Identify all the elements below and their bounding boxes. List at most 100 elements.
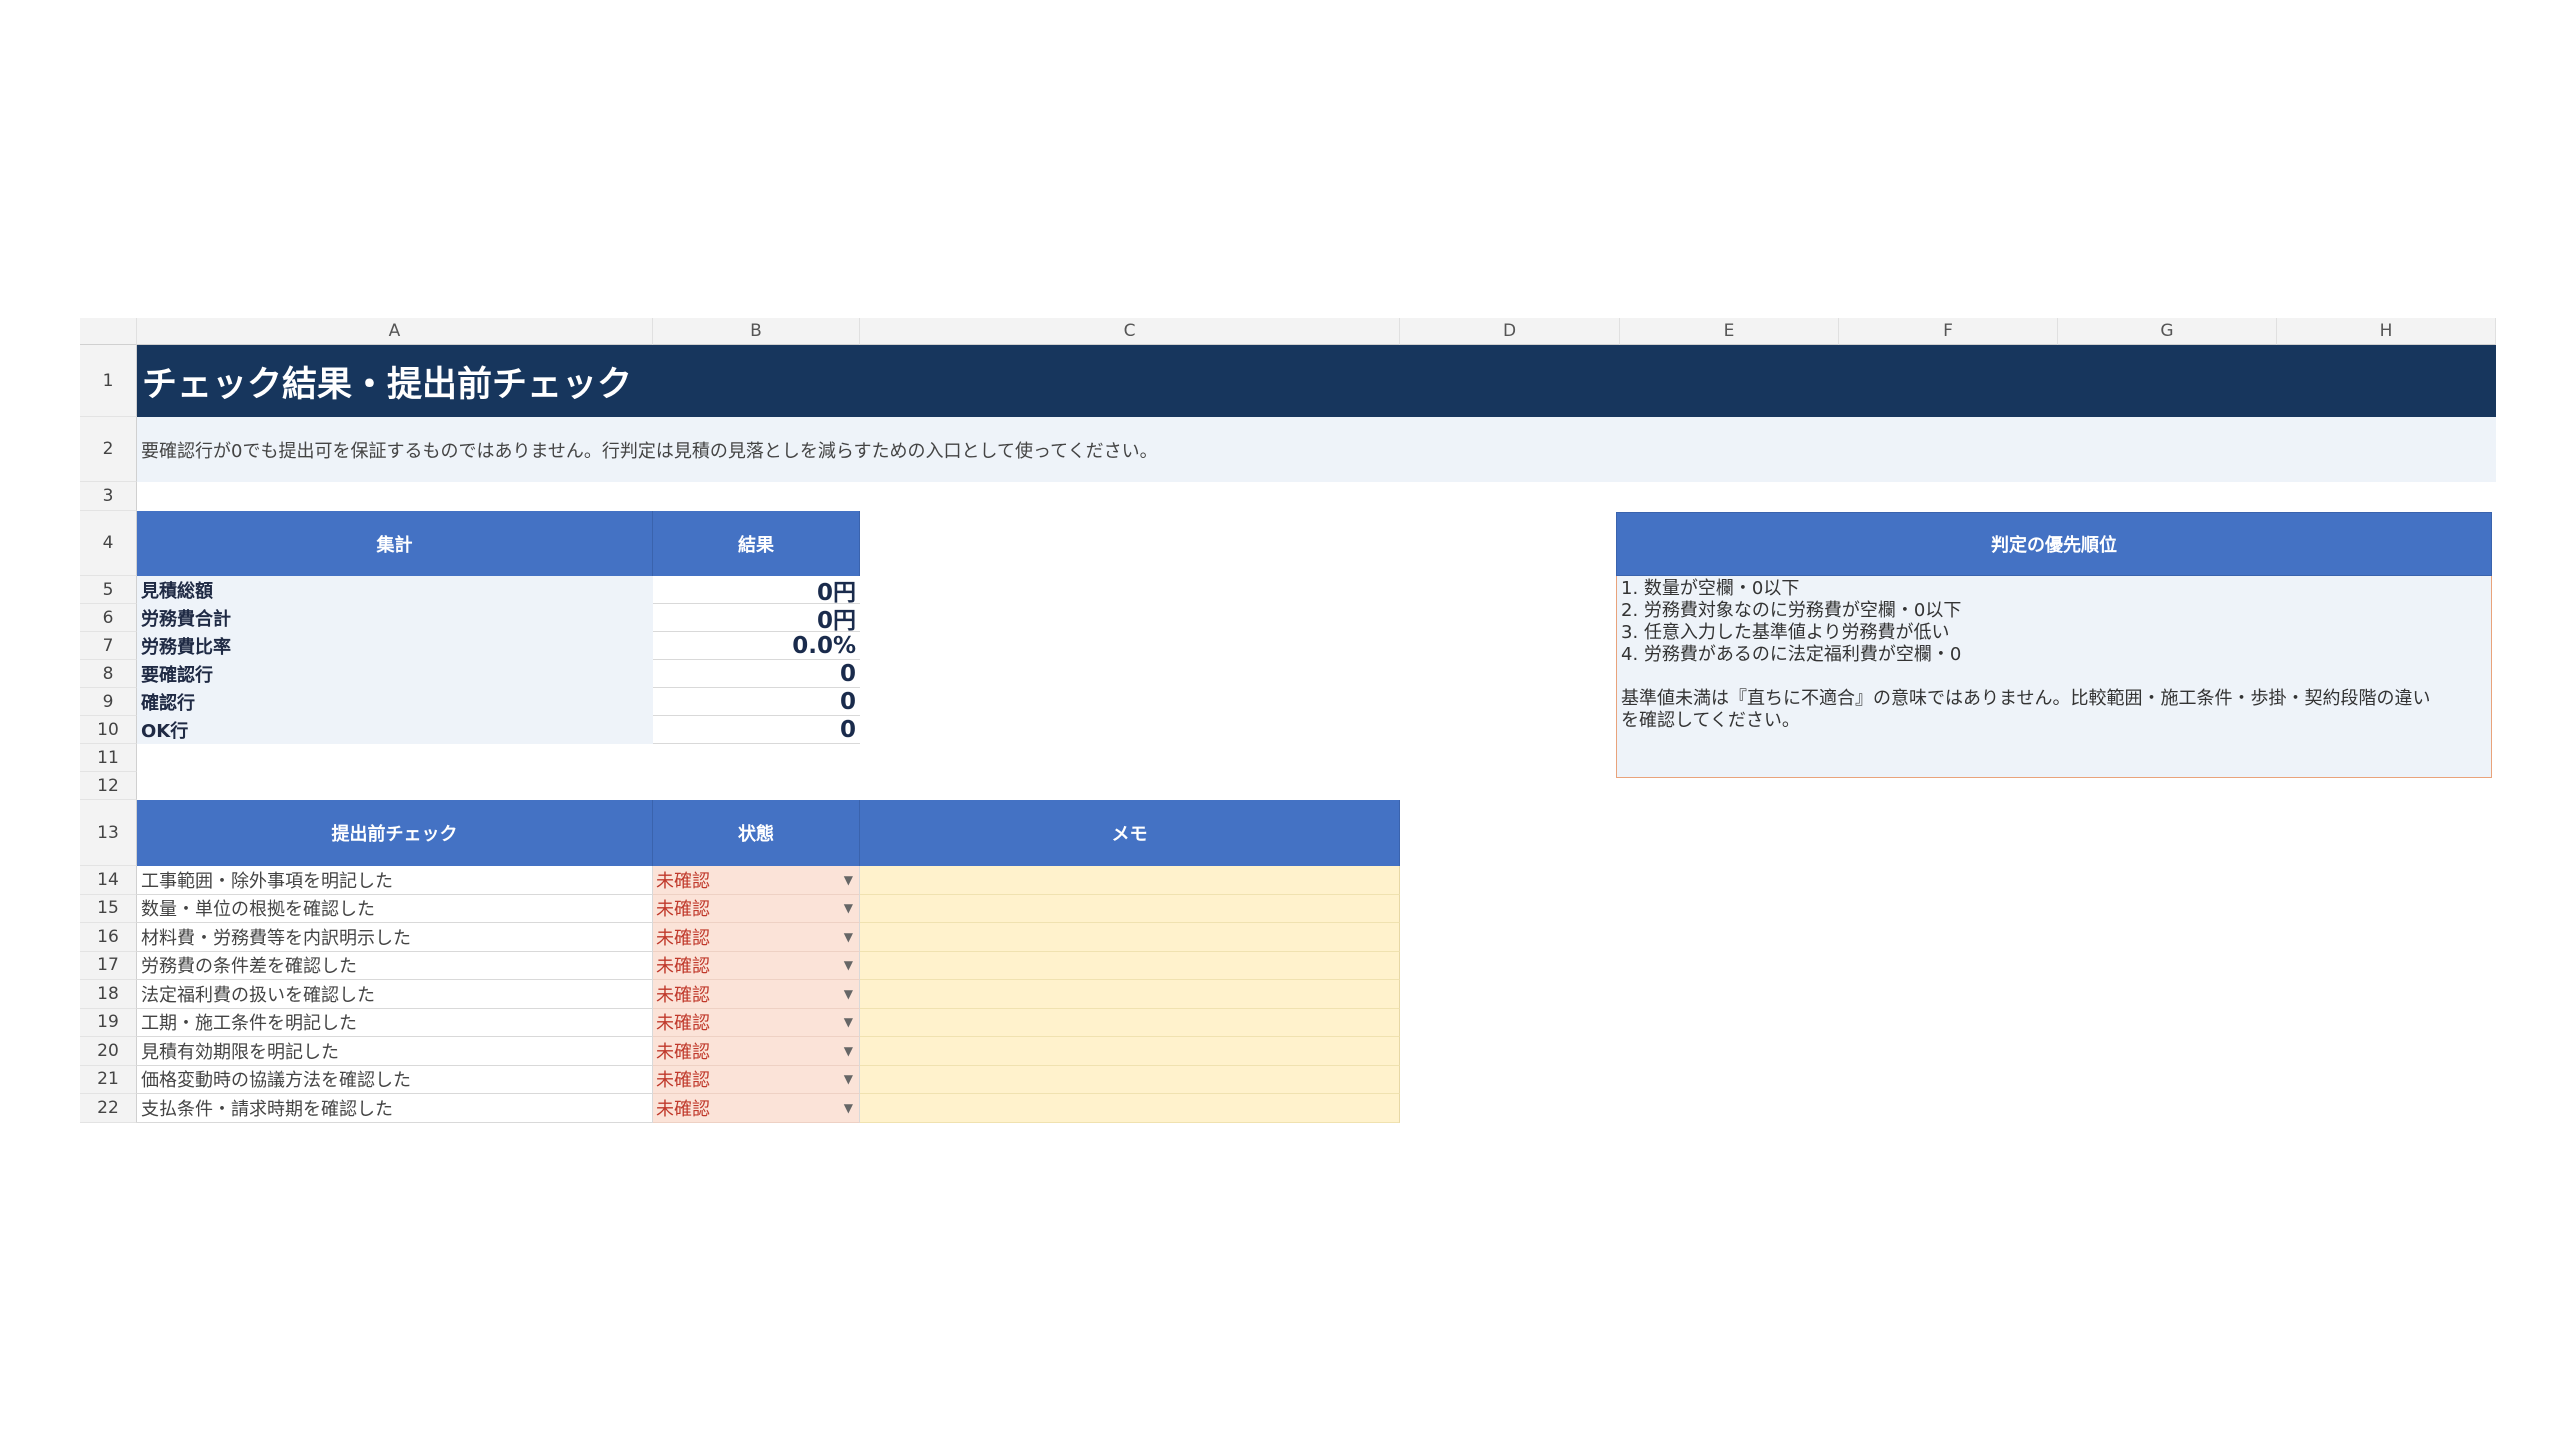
memo-cell[interactable] — [860, 894, 1400, 923]
column-header-b[interactable]: B — [653, 318, 860, 345]
row-header[interactable]: 3 — [80, 482, 137, 511]
row-header[interactable]: 2 — [80, 417, 137, 482]
memo-cell[interactable] — [860, 1094, 1400, 1123]
row-header[interactable]: 21 — [80, 1065, 137, 1094]
checklist-header-status[interactable]: 状態 — [653, 800, 860, 866]
sheet-note[interactable]: 要確認行が0でも提出可を保証するものではありません。行判定は見積の見落としを減ら… — [137, 417, 2496, 482]
checklist-item-label[interactable]: 工事範囲・除外事項を明記した — [137, 866, 653, 895]
row-header[interactable]: 19 — [80, 1008, 137, 1037]
priority-header[interactable]: 判定の優先順位 — [1616, 512, 2492, 576]
row-header[interactable]: 13 — [80, 800, 137, 866]
summary-label[interactable]: 確認行 — [137, 688, 653, 716]
empty-cell[interactable] — [1400, 923, 2496, 952]
summary-label[interactable]: 労務費合計 — [137, 604, 653, 632]
checklist-item-label[interactable]: 数量・単位の根拠を確認した — [137, 894, 653, 923]
dropdown-arrow-icon[interactable]: ▼ — [844, 958, 859, 972]
row-header[interactable]: 8 — [80, 660, 137, 688]
status-dropdown[interactable]: 未確認 ▼ — [653, 980, 860, 1009]
checklist-item-label[interactable]: 法定福利費の扱いを確認した — [137, 980, 653, 1009]
empty-cell[interactable] — [1400, 895, 2496, 924]
memo-cell[interactable] — [860, 1037, 1400, 1066]
summary-label[interactable]: 労務費比率 — [137, 632, 653, 660]
dropdown-arrow-icon[interactable]: ▼ — [844, 873, 859, 887]
row-header[interactable]: 1 — [80, 345, 137, 417]
status-dropdown[interactable]: 未確認 ▼ — [653, 894, 860, 923]
status-dropdown[interactable]: 未確認 ▼ — [653, 1065, 860, 1094]
memo-cell[interactable] — [860, 1065, 1400, 1094]
row-header[interactable]: 12 — [80, 772, 137, 800]
column-header-e[interactable]: E — [1620, 318, 1839, 345]
status-dropdown[interactable]: 未確認 ▼ — [653, 1008, 860, 1037]
row-header[interactable]: 11 — [80, 744, 137, 772]
checklist-item-label[interactable]: 支払条件・請求時期を確認した — [137, 1094, 653, 1123]
column-header-d[interactable]: D — [1400, 318, 1620, 345]
status-dropdown[interactable]: 未確認 ▼ — [653, 866, 860, 895]
dropdown-arrow-icon[interactable]: ▼ — [844, 987, 859, 1001]
status-value: 未確認 — [656, 1013, 710, 1035]
summary-label[interactable]: OK行 — [137, 716, 653, 744]
row-header[interactable]: 6 — [80, 604, 137, 632]
empty-cell[interactable] — [1400, 1037, 2496, 1066]
row-header[interactable]: 14 — [80, 866, 137, 895]
column-header-g[interactable]: G — [2058, 318, 2277, 345]
empty-cell[interactable] — [1400, 980, 2496, 1009]
empty-cell[interactable] — [1400, 1009, 2496, 1038]
row-header[interactable]: 17 — [80, 951, 137, 980]
column-header-c[interactable]: C — [860, 318, 1400, 345]
row-header[interactable]: 18 — [80, 980, 137, 1009]
empty-cell[interactable] — [1400, 1066, 2496, 1095]
column-header-a[interactable]: A — [137, 318, 653, 345]
row-header[interactable]: 16 — [80, 923, 137, 952]
memo-cell[interactable] — [860, 866, 1400, 895]
checklist-item-label[interactable]: 材料費・労務費等を内訳明示した — [137, 923, 653, 952]
dropdown-arrow-icon[interactable]: ▼ — [844, 1015, 859, 1029]
empty-cell[interactable] — [137, 482, 2496, 511]
status-dropdown[interactable]: 未確認 ▼ — [653, 1037, 860, 1066]
dropdown-arrow-icon[interactable]: ▼ — [844, 1072, 859, 1086]
row-header[interactable]: 20 — [80, 1037, 137, 1066]
checklist-item-label[interactable]: 工期・施工条件を明記した — [137, 1008, 653, 1037]
checklist-header-item[interactable]: 提出前チェック — [137, 800, 653, 866]
column-header-h[interactable]: H — [2277, 318, 2496, 345]
row-header[interactable]: 5 — [80, 576, 137, 604]
summary-value[interactable]: 0 — [653, 688, 860, 716]
summary-label[interactable]: 要確認行 — [137, 660, 653, 688]
column-header-f[interactable]: F — [1839, 318, 2058, 345]
row-header[interactable]: 15 — [80, 894, 137, 923]
summary-value[interactable]: 0.0% — [653, 632, 860, 660]
summary-value[interactable]: 0 — [653, 660, 860, 688]
memo-cell[interactable] — [860, 951, 1400, 980]
status-dropdown[interactable]: 未確認 ▼ — [653, 951, 860, 980]
dropdown-arrow-icon[interactable]: ▼ — [844, 901, 859, 915]
status-dropdown[interactable]: 未確認 ▼ — [653, 923, 860, 952]
empty-cell[interactable] — [1400, 800, 2496, 866]
empty-cell[interactable] — [1400, 1094, 2496, 1123]
checklist-item-label[interactable]: 見積有効期限を明記した — [137, 1037, 653, 1066]
select-all-corner[interactable] — [80, 318, 137, 345]
row-header[interactable]: 10 — [80, 716, 137, 744]
memo-cell[interactable] — [860, 980, 1400, 1009]
memo-cell[interactable] — [860, 1008, 1400, 1037]
summary-header-label[interactable]: 集計 — [137, 511, 653, 576]
dropdown-arrow-icon[interactable]: ▼ — [844, 1044, 859, 1058]
dropdown-arrow-icon[interactable]: ▼ — [844, 930, 859, 944]
row-header[interactable]: 4 — [80, 511, 137, 576]
summary-value[interactable]: 0 — [653, 716, 860, 744]
checklist-header-memo[interactable]: メモ — [860, 800, 1400, 866]
status-dropdown[interactable]: 未確認 ▼ — [653, 1094, 860, 1123]
checklist-item-label[interactable]: 価格変動時の協議方法を確認した — [137, 1065, 653, 1094]
sheet-title[interactable]: チェック結果・提出前チェック — [137, 345, 2496, 417]
priority-body[interactable]: 1. 数量が空欄・0以下 2. 労務費対象なのに労務費が空欄・0以下 3. 任意… — [1616, 576, 2492, 778]
summary-value[interactable]: 0円 — [653, 604, 860, 632]
summary-header-result[interactable]: 結果 — [653, 511, 860, 576]
checklist-item-label[interactable]: 労務費の条件差を確認した — [137, 951, 653, 980]
dropdown-arrow-icon[interactable]: ▼ — [844, 1101, 859, 1115]
memo-cell[interactable] — [860, 923, 1400, 952]
row-header[interactable]: 22 — [80, 1094, 137, 1123]
empty-cell[interactable] — [1400, 866, 2496, 895]
row-header[interactable]: 7 — [80, 632, 137, 660]
summary-value[interactable]: 0円 — [653, 576, 860, 604]
summary-label[interactable]: 見積総額 — [137, 576, 653, 604]
row-header[interactable]: 9 — [80, 688, 137, 716]
empty-cell[interactable] — [1400, 952, 2496, 981]
